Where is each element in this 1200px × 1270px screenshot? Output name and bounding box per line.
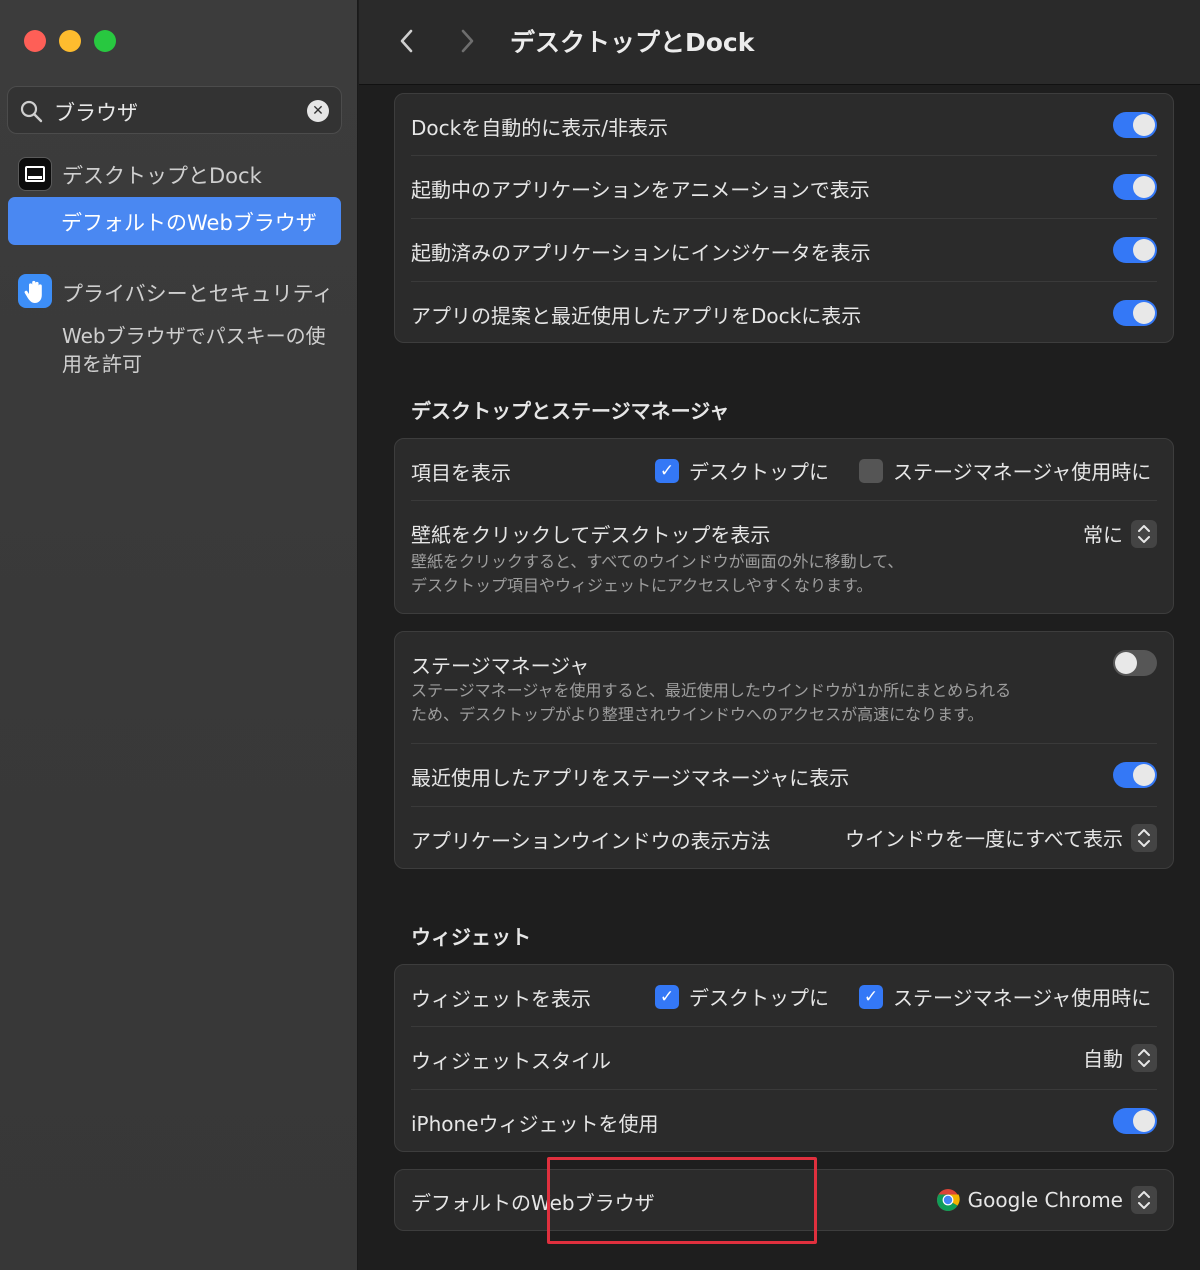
animate-apps-toggle[interactable] (1113, 174, 1157, 200)
search-field[interactable]: ブラウザ ✕ (7, 86, 342, 134)
sidebar: ブラウザ ✕ デスクトップとDock デフォルトのWebブラウザ プライバシーと… (0, 0, 358, 1270)
setting-description: デスクトップ項目やウィジェットにアクセスしやすくなります。 (411, 576, 873, 595)
setting-row: 最近使用したアプリをステージマネージャに表示 (411, 744, 1157, 807)
setting-row: アプリケーションウインドウの表示方法 ウインドウを一度にすべて表示 (411, 807, 1157, 868)
setting-label: アプリの提案と最近使用したアプリをDockに表示 (411, 304, 862, 328)
sidebar-item-passkey[interactable]: Webブラウザでパスキーの使用を許可 (62, 322, 332, 378)
popup-value: ウインドウを一度にすべて表示 (845, 827, 1123, 851)
setting-description: ため、デスクトップがより整理されウインドウへのアクセスが高速になります。 (411, 705, 984, 724)
chevron-updown-icon (1131, 1043, 1157, 1072)
empty-checkbox-icon (859, 458, 883, 483)
section-heading-widgets: ウィジェット (411, 925, 531, 949)
section-heading-desktop-stage: デスクトップとステージマネージャ (411, 399, 730, 423)
toolbar: デスクトップとDock (359, 0, 1200, 85)
show-items-desktop-checkbox[interactable]: ✓ デスクトップに (655, 456, 829, 485)
setting-row: ステージマネージャ ステージマネージャを使用すると、最近使用したウインドウが1か… (411, 632, 1157, 744)
widget-style-popup[interactable]: 自動 (1083, 1043, 1157, 1072)
checkbox-label: デスクトップに (689, 460, 829, 484)
widgets-desktop-checkbox[interactable]: ✓ デスクトップに (655, 982, 829, 1011)
setting-label: 起動中のアプリケーションをアニメーションで表示 (411, 178, 870, 202)
desktop-settings-panel: 項目を表示 ✓ デスクトップに ステージマネージャ使用時に 壁紙をクリックしてデ… (394, 438, 1174, 614)
highlight-box (547, 1157, 817, 1244)
sidebar-item-privacy-security[interactable]: プライバシーとセキュリティ (62, 278, 333, 308)
setting-description: 壁紙をクリックすると、すべてのウインドウが画面の外に移動して、 (411, 552, 904, 571)
chrome-icon (936, 1189, 960, 1211)
popup-value: 自動 (1083, 1047, 1123, 1071)
setting-row: アプリの提案と最近使用したアプリをDockに表示 (411, 282, 1157, 342)
setting-description: ステージマネージャを使用すると、最近使用したウインドウが1か所にまとめられる (411, 681, 1012, 700)
main-content: デスクトップとDock Dockを自動的に表示/非表示 起動中のアプリケーション… (359, 0, 1200, 1270)
autohide-dock-toggle[interactable] (1113, 112, 1157, 138)
close-window-button[interactable] (24, 30, 46, 52)
stage-manager-toggle[interactable] (1113, 650, 1157, 676)
clear-search-icon[interactable]: ✕ (307, 100, 329, 122)
checkmark-icon: ✓ (859, 984, 883, 1009)
show-items-stage-checkbox[interactable]: ステージマネージャ使用時に (859, 456, 1151, 485)
setting-row: Dockを自動的に表示/非表示 (411, 94, 1157, 156)
setting-label: ウィジェットを表示 (411, 987, 591, 1011)
window-controls (24, 30, 116, 52)
default-browser-popup[interactable]: Google Chrome (936, 1186, 1157, 1214)
setting-label: Dockを自動的に表示/非表示 (411, 116, 668, 140)
sidebar-item-label: デフォルトのWebブラウザ (61, 211, 317, 235)
checkmark-icon: ✓ (655, 458, 679, 483)
widgets-stage-checkbox[interactable]: ✓ ステージマネージャ使用時に (859, 982, 1151, 1011)
setting-label: ステージマネージャ (411, 654, 590, 678)
click-wallpaper-popup[interactable]: 常に (1083, 519, 1157, 548)
widgets-panel: ウィジェットを表示 ✓ デスクトップに ✓ ステージマネージャ使用時に ウィジェ… (394, 964, 1174, 1152)
setting-label: アプリケーションウインドウの表示方法 (411, 829, 771, 853)
setting-row: ウィジェットを表示 ✓ デスクトップに ✓ ステージマネージャ使用時に (411, 965, 1157, 1027)
setting-row: 起動済みのアプリケーションにインジケータを表示 (411, 219, 1157, 282)
back-arrow-icon[interactable] (395, 26, 419, 56)
chevron-updown-icon (1131, 1186, 1157, 1214)
search-input[interactable]: ブラウザ (54, 97, 138, 127)
setting-label: ウィジェットスタイル (411, 1049, 611, 1073)
checkbox-label: ステージマネージャ使用時に (893, 986, 1152, 1010)
checkbox-label: ステージマネージャ使用時に (893, 460, 1152, 484)
checkmark-icon: ✓ (655, 984, 679, 1009)
popup-value: Google Chrome (967, 1188, 1123, 1212)
setting-label: 項目を表示 (411, 461, 511, 485)
setting-row: 壁紙をクリックしてデスクトップを表示 壁紙をクリックすると、すべてのウインドウが… (411, 501, 1157, 613)
stage-manager-panel: ステージマネージャ ステージマネージャを使用すると、最近使用したウインドウが1か… (394, 631, 1174, 869)
setting-label: 最近使用したアプリをステージマネージャに表示 (411, 766, 850, 790)
setting-label: iPhoneウィジェットを使用 (411, 1112, 659, 1136)
page-title: デスクトップとDock (510, 28, 755, 57)
setting-label: 壁紙をクリックしてデスクトップを表示 (411, 523, 771, 547)
search-icon (20, 100, 43, 123)
chevron-updown-icon (1131, 519, 1157, 548)
setting-row: 項目を表示 ✓ デスクトップに ステージマネージャ使用時に (411, 439, 1157, 501)
setting-label: 起動済みのアプリケーションにインジケータを表示 (411, 241, 871, 265)
popup-value: 常に (1083, 523, 1123, 547)
setting-row: iPhoneウィジェットを使用 (411, 1090, 1157, 1151)
dock-icon (18, 157, 52, 191)
hand-icon (18, 274, 52, 308)
sidebar-item-default-browser[interactable]: デフォルトのWebブラウザ (8, 197, 341, 245)
checkbox-label: デスクトップに (689, 986, 829, 1010)
minimize-window-button[interactable] (59, 30, 81, 52)
recent-apps-stage-toggle[interactable] (1113, 762, 1157, 788)
suggested-apps-toggle[interactable] (1113, 300, 1157, 326)
chevron-updown-icon (1131, 823, 1157, 852)
setting-row: ウィジェットスタイル 自動 (411, 1027, 1157, 1090)
dock-settings-panel: Dockを自動的に表示/非表示 起動中のアプリケーションをアニメーションで表示 … (394, 93, 1174, 343)
show-indicators-toggle[interactable] (1113, 237, 1157, 263)
setting-row: 起動中のアプリケーションをアニメーションで表示 (411, 156, 1157, 219)
iphone-widgets-toggle[interactable] (1113, 1108, 1157, 1134)
app-windows-popup[interactable]: ウインドウを一度にすべて表示 (845, 823, 1157, 852)
forward-arrow-icon[interactable] (455, 26, 479, 56)
zoom-window-button[interactable] (94, 30, 116, 52)
sidebar-item-desktop-dock[interactable]: デスクトップとDock (62, 160, 262, 190)
